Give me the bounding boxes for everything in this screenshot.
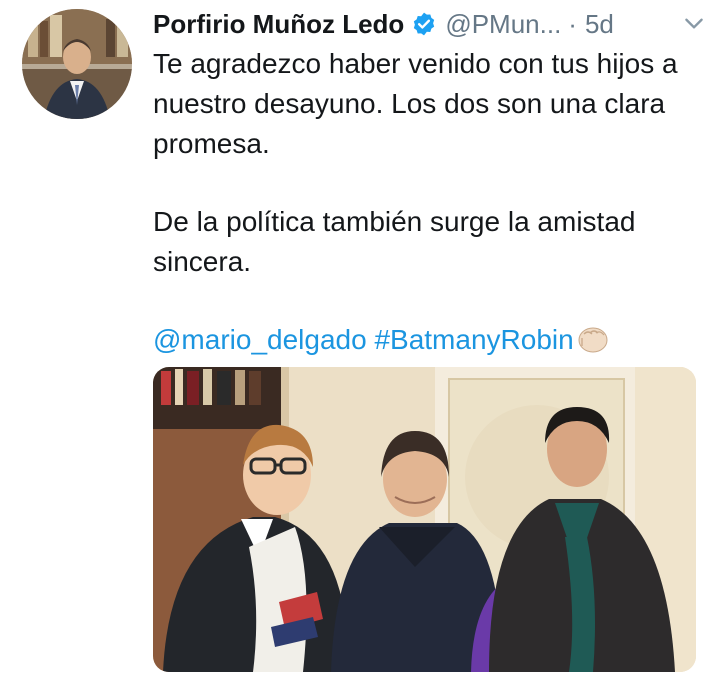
tweet-links-line: @mario_delgado #BatmanyRobin bbox=[153, 320, 698, 365]
mention-link[interactable]: @mario_delgado bbox=[153, 324, 367, 355]
tweet-paragraph-1: Te agradezco haber venido con tus hijos … bbox=[153, 48, 678, 159]
verified-badge-icon bbox=[411, 11, 437, 37]
author-handle[interactable]: @PMun... bbox=[445, 9, 561, 40]
tweet-photo[interactable] bbox=[153, 367, 696, 672]
chevron-down-icon[interactable] bbox=[681, 10, 707, 41]
fist-bump-emoji bbox=[576, 324, 608, 365]
tweet[interactable]: Porfirio Muñoz Ledo @PMun... · 5d Te agr… bbox=[0, 0, 720, 683]
tweet-timestamp[interactable]: 5d bbox=[585, 9, 614, 40]
tweet-header: Porfirio Muñoz Ledo @PMun... · 5d bbox=[153, 6, 713, 42]
separator-dot: · bbox=[568, 8, 577, 39]
hashtag-link[interactable]: #BatmanyRobin bbox=[374, 324, 573, 355]
avatar[interactable] bbox=[22, 9, 132, 119]
tweet-text: Te agradezco haber venido con tus hijos … bbox=[153, 44, 698, 365]
author-name[interactable]: Porfirio Muñoz Ledo bbox=[153, 9, 404, 40]
tweet-paragraph-2: De la política también surge la amistad … bbox=[153, 206, 636, 277]
